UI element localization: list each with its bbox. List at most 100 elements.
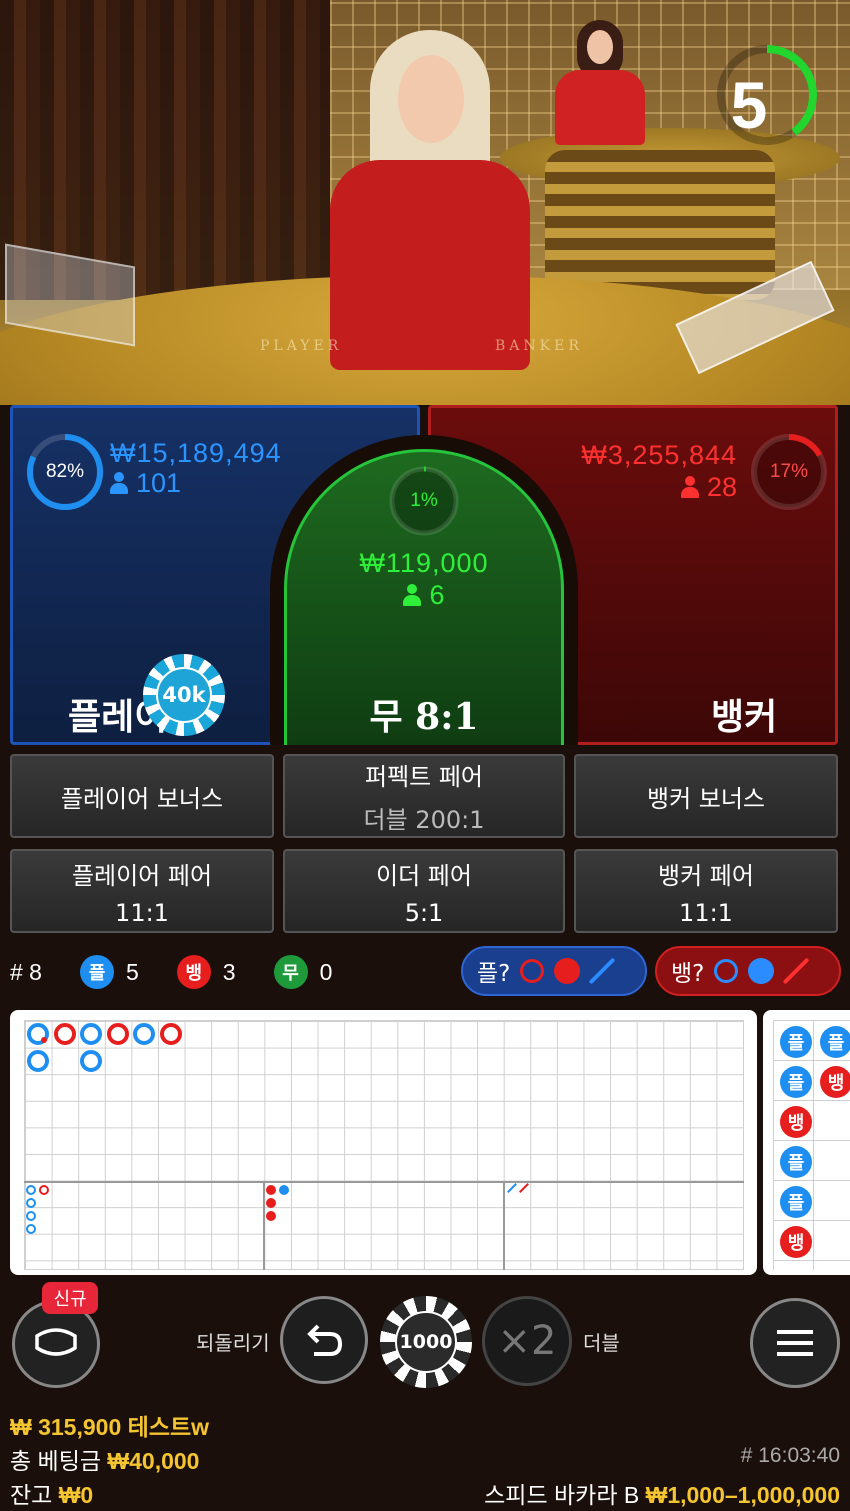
tie-payout: 8:1 (415, 696, 479, 738)
perfect-pair-button[interactable]: 퍼펙트 페어 더블 200:1 (283, 754, 565, 838)
ask-player-label: 플? (477, 961, 511, 987)
bead-player (133, 1023, 155, 1045)
tie-bet-spot[interactable]: 1% ₩119,000 6 무 8:1 (284, 449, 564, 745)
bead-road-cell: 뱅 (780, 1106, 812, 1138)
player-bonus-label: 플레이어 보너스 (60, 784, 224, 813)
game-time: # 16:03:40 (740, 1444, 840, 1467)
tie-percent-ring: 1% (387, 464, 461, 538)
dealer (330, 30, 530, 370)
tie-count: 0 (319, 958, 333, 985)
perfect-pair-label: 퍼펙트 페어 (364, 763, 484, 791)
placed-chip-value: 40k (156, 667, 212, 723)
undo-button[interactable] (280, 1296, 368, 1384)
player-win-count: 5 (125, 958, 139, 985)
person-icon (680, 476, 699, 498)
felt-player-text: PLAYER (260, 338, 343, 354)
tie-label-text: 무 (369, 697, 403, 738)
ask-banker-button[interactable]: 뱅? (655, 946, 841, 996)
background-dealer (555, 20, 645, 145)
ask-player-button[interactable]: 플? (461, 946, 647, 996)
new-badge: 신규 (42, 1282, 98, 1314)
small-road-mark (266, 1211, 276, 1221)
big-eye-mark (26, 1224, 36, 1234)
bead-road-cell: 플 (780, 1066, 812, 1098)
person-icon (110, 472, 128, 494)
player-bonus-button[interactable]: 플레이어 보너스 (10, 754, 274, 838)
table-limits: ₩1,000–1,000,000 (645, 1482, 840, 1508)
banker-percent-ring: 17% (749, 432, 829, 512)
banker-bonus-button[interactable]: 뱅커 보너스 (574, 754, 838, 838)
banker-label: 뱅커 (711, 697, 778, 738)
bead-player (80, 1023, 102, 1045)
bead-road-cell: 뱅 (780, 1226, 812, 1258)
banker-pair-payout: 11:1 (679, 898, 733, 927)
banker-pair-button[interactable]: 뱅커 페어 11:1 (574, 849, 838, 933)
player-percent-ring: 82% (25, 432, 105, 512)
hamburger-icon (777, 1330, 813, 1356)
table-icon (35, 1328, 77, 1356)
road-divider (263, 1181, 265, 1270)
player-total-amount: ₩15,189,494 (110, 438, 282, 468)
banker-total-amount: ₩3,255,844 (581, 440, 737, 470)
tie-percent: 1% (410, 490, 438, 511)
scoreboard-big-road[interactable] (10, 1010, 757, 1275)
red-ring-icon (520, 959, 545, 983)
table-info: 스피드 바카라 B ₩1,000–1,000,000 (484, 1476, 840, 1510)
player-pair-button[interactable]: 플레이어 페어 11:1 (10, 849, 274, 933)
road-divider (503, 1181, 505, 1270)
chip-selector-value: 1000 (395, 1311, 457, 1373)
double-label: 더블 (583, 1331, 620, 1355)
total-bet: 총 베팅금 ₩40,000 (10, 1442, 199, 1476)
double-symbol: ×2 (497, 1318, 557, 1364)
balance: ₩ 315,900 테스트w (10, 1414, 209, 1440)
undo-label: 되돌리기 (196, 1331, 270, 1355)
small-road-mark (266, 1198, 276, 1208)
tie-total-amount: ₩119,000 (359, 548, 489, 578)
red-slash-icon (782, 957, 810, 985)
round-stats: # 8 플 5 뱅 3 무 0 (10, 952, 332, 992)
banker-percent: 17% (769, 461, 809, 482)
countdown-number: 5 (730, 68, 768, 142)
bead-road-cell: 플 (780, 1146, 812, 1178)
menu-button[interactable] (750, 1298, 840, 1388)
banker-bettors: 28 (706, 472, 737, 502)
bead-road-cell: 뱅 (820, 1066, 850, 1098)
double-button[interactable]: ×2 (482, 1296, 572, 1386)
player-win-badge: 플 (79, 955, 114, 989)
tie-badge: 무 (273, 955, 308, 989)
blue-slash-icon (588, 957, 616, 985)
bead-road-cell: 플 (780, 1186, 812, 1218)
big-eye-mark (26, 1185, 36, 1195)
bead-player (27, 1050, 49, 1072)
banker-pair-label: 뱅커 페어 (658, 861, 754, 890)
either-pair-payout: 5:1 (404, 898, 444, 927)
player-bettor-count: 101 (110, 468, 181, 499)
small-road-mark (266, 1185, 276, 1195)
countdown-timer: 5 (715, 35, 819, 155)
road-grid (24, 1020, 744, 1270)
back-table-pedestal (545, 150, 775, 300)
big-eye-mark (26, 1198, 36, 1208)
bead-road[interactable]: 플 플 뱅 플 플 뱅 플 뱅 (763, 1010, 850, 1275)
bead-banker (107, 1023, 129, 1045)
perfect-pair-payout: 더블 200:1 (363, 806, 485, 834)
tie-bettor-count: 6 (287, 580, 561, 611)
blue-dot-icon (748, 958, 775, 984)
remaining-value: ₩0 (58, 1482, 94, 1508)
either-pair-button[interactable]: 이더 페어 5:1 (283, 849, 565, 933)
round-number: # 8 (10, 958, 42, 985)
either-pair-label: 이더 페어 (376, 861, 472, 890)
big-eye-mark (39, 1185, 49, 1195)
banker-bonus-label: 뱅커 보너스 (646, 784, 766, 813)
remaining-label: 잔고 (10, 1482, 53, 1508)
player-pair-payout: 11:1 (115, 898, 169, 927)
main-bet-area: 82% ₩15,189,494 101 플레이어 40k 17% ₩3,255,… (0, 405, 850, 745)
bead-banker (54, 1023, 76, 1045)
tie-bettors: 6 (429, 580, 445, 610)
chip-selector[interactable]: 1000 (380, 1296, 472, 1388)
undo-icon (307, 1324, 343, 1356)
person-icon (403, 584, 422, 606)
banker-bettor-count: 28 (680, 472, 737, 503)
blue-ring-icon (714, 959, 739, 983)
banker-win-badge: 뱅 (176, 955, 211, 989)
